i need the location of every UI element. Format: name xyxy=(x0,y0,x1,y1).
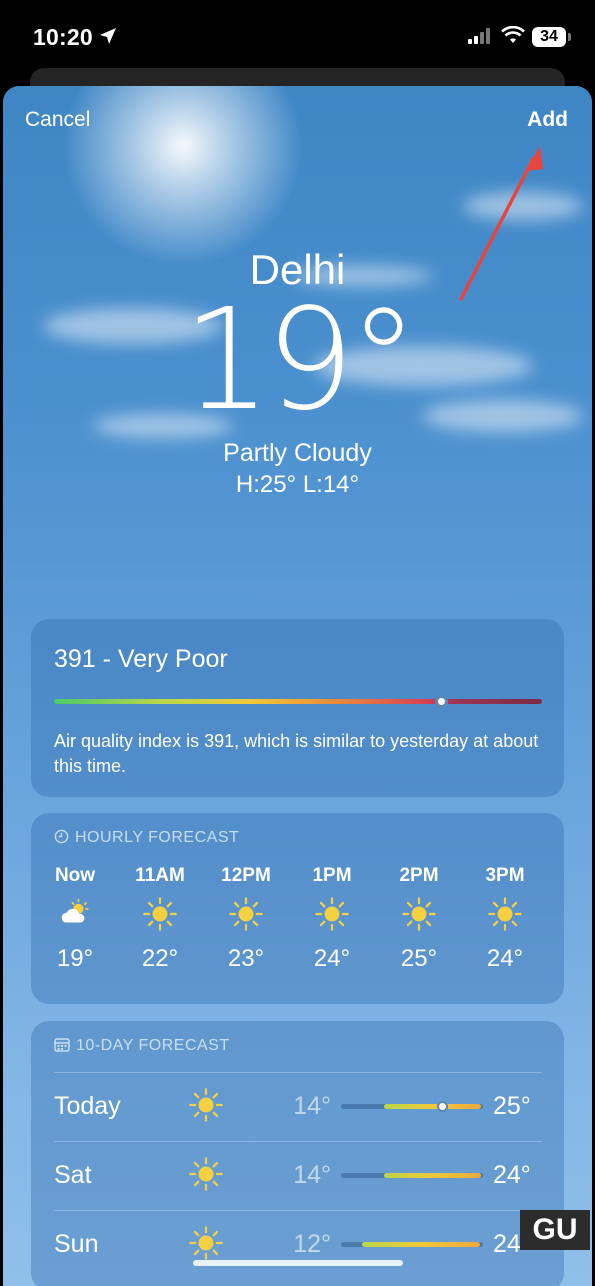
row-divider xyxy=(54,1141,542,1142)
daily-row[interactable]: Sun 12° 24° xyxy=(31,1210,564,1278)
hour-label: 12PM xyxy=(221,865,271,886)
row-divider xyxy=(54,1210,542,1211)
sun-icon xyxy=(302,891,362,945)
add-button[interactable]: Add xyxy=(527,108,568,132)
hourly-forecast-card[interactable]: HOURLY FORECAST Now 19° 11AM 22° 12PM 23° 1PM… xyxy=(31,813,564,1004)
day-high-temp: 24° xyxy=(493,1161,531,1189)
hourly-item: 1PM 24° xyxy=(302,865,362,973)
row-divider xyxy=(54,1072,542,1073)
day-low-temp: 14° xyxy=(293,1092,331,1120)
calendar-icon xyxy=(54,1037,70,1057)
hour-label: 11AM xyxy=(135,865,185,886)
day-name: Sat xyxy=(54,1161,92,1189)
sun-icon xyxy=(189,1157,223,1196)
hour-label: 2PM xyxy=(399,865,439,886)
weather-condition: Partly Cloudy xyxy=(223,439,372,467)
clock-icon xyxy=(54,829,69,849)
aqi-scale-bar xyxy=(54,699,542,704)
aqi-title: 391 - Very Poor xyxy=(54,645,228,673)
battery-nub xyxy=(568,33,571,41)
hourly-forecast-title: HOURLY FORECAST xyxy=(75,829,240,846)
sun-icon xyxy=(216,891,276,945)
air-quality-card[interactable]: 391 - Very Poor Air quality index is 391… xyxy=(31,619,564,797)
hour-temperature: 25° xyxy=(400,945,438,972)
ten-day-forecast-title: 10-DAY FORECAST xyxy=(76,1037,230,1054)
watermark-logo: GU xyxy=(520,1210,590,1250)
current-temp-dot xyxy=(437,1101,448,1112)
day-name: Today xyxy=(54,1092,121,1120)
partly-cloudy-icon xyxy=(45,891,105,945)
daily-row[interactable]: Sat 14° 24° xyxy=(31,1141,564,1209)
hourly-item: 12PM 23° xyxy=(216,865,276,973)
day-name: Sun xyxy=(54,1230,99,1258)
high-low-temperature: H:25° L:14° xyxy=(235,471,360,498)
hour-label: 3PM xyxy=(485,865,525,886)
aqi-description: Air quality index is 391, which is simil… xyxy=(54,731,539,776)
hour-temperature: 23° xyxy=(227,945,265,972)
hourly-item: 2PM 25° xyxy=(389,865,449,973)
status-time: 10:20 xyxy=(33,24,93,50)
ten-day-forecast-card[interactable]: 10-DAY FORECAST Today 14° 25° Sat 14° 24° Sun 1… xyxy=(31,1021,564,1286)
hourly-item: 11AM 22° xyxy=(130,865,190,973)
wifi-icon xyxy=(501,25,525,49)
day-high-temp: 25° xyxy=(493,1092,531,1120)
location-arrow-icon xyxy=(98,26,118,51)
weather-sheet: Cancel Add Delhi 19° Partly Cloudy H:25°… xyxy=(3,86,592,1286)
home-indicator[interactable] xyxy=(193,1260,403,1266)
day-low-temp: 12° xyxy=(293,1230,331,1258)
hour-temperature: 19° xyxy=(56,945,94,972)
hour-label: 1PM xyxy=(312,865,352,886)
hour-label: Now xyxy=(54,865,96,886)
hour-temperature: 22° xyxy=(141,945,179,972)
hourly-item: Now 19° xyxy=(45,865,105,973)
hourly-forecast-header: HOURLY FORECAST xyxy=(54,829,239,849)
cancel-button[interactable]: Cancel xyxy=(25,108,90,132)
ten-day-forecast-header: 10-DAY FORECAST xyxy=(54,1037,230,1057)
sun-icon xyxy=(189,1088,223,1127)
aqi-indicator-dot xyxy=(435,695,448,708)
temperature-range-fill xyxy=(384,1104,481,1109)
temperature-range-bar xyxy=(341,1173,483,1178)
day-low-temp: 14° xyxy=(293,1161,331,1189)
temperature-range-fill xyxy=(362,1242,480,1247)
battery-icon: 34 xyxy=(532,27,566,47)
sun-icon xyxy=(389,891,449,945)
daily-row[interactable]: Today 14° 25° xyxy=(31,1072,564,1140)
hourly-item: 3PM 24° xyxy=(475,865,535,973)
temperature-range-bar xyxy=(341,1101,483,1112)
sun-icon xyxy=(475,891,535,945)
hour-temperature: 24° xyxy=(486,945,524,972)
temperature-range-bar xyxy=(341,1242,483,1247)
current-temperature: 19° xyxy=(182,279,418,442)
watermark: GU xyxy=(520,1210,590,1260)
cellular-signal-icon xyxy=(468,28,494,49)
sun-icon xyxy=(130,891,190,945)
temperature-range-fill xyxy=(384,1173,481,1178)
status-bar: 10:20 34 xyxy=(0,0,595,74)
hour-temperature: 24° xyxy=(313,945,351,972)
